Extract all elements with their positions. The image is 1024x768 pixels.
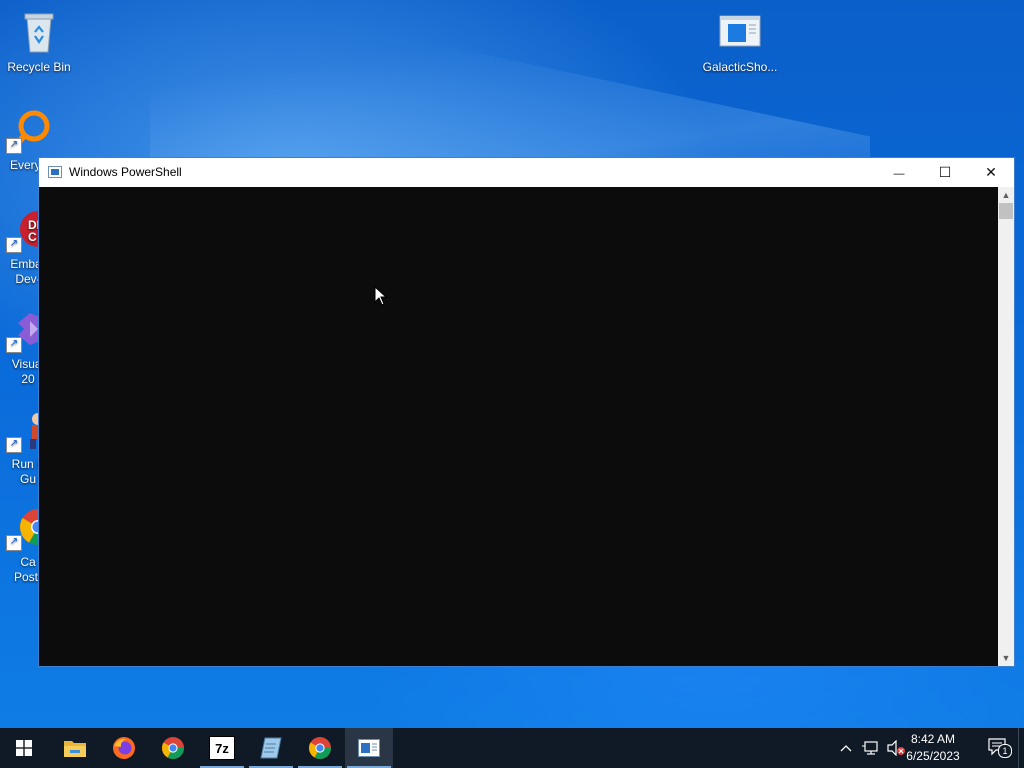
powershell-window-icon [358, 739, 380, 757]
taskbar-powershell[interactable] [345, 728, 393, 768]
window-titlebar[interactable]: Windows PowerShell — ☐ ✕ [39, 158, 1014, 187]
svg-text:C: C [28, 230, 37, 244]
windows-logo-icon [16, 740, 32, 756]
maximize-icon: ☐ [938, 164, 952, 180]
taskbar-notepad[interactable] [247, 728, 295, 768]
7zip-icon-label: 7z [215, 740, 229, 756]
minimize-button[interactable]: — [876, 158, 922, 187]
powershell-window-icon[interactable] [48, 166, 62, 178]
taskbar-7zip[interactable]: 7z [198, 728, 246, 768]
action-center-button[interactable]: 1 [988, 738, 1012, 758]
scroll-down-button[interactable]: ▼ [998, 650, 1014, 666]
scroll-up-button[interactable]: ▲ [998, 187, 1014, 203]
start-button[interactable] [0, 728, 48, 768]
desktop-icon-label: Recycle Bin [7, 60, 71, 74]
taskbar-firefox[interactable] [100, 728, 148, 768]
tray-network[interactable] [860, 728, 882, 768]
minimize-icon: — [893, 168, 905, 180]
maximize-button[interactable]: ☐ [922, 158, 968, 187]
firefox-icon [113, 737, 135, 759]
network-icon [862, 741, 878, 755]
window-title: Windows PowerShell [69, 165, 182, 179]
desktop-icon-label: GalacticSho... [702, 60, 778, 74]
vertical-scrollbar[interactable]: ▲ ▼ [998, 187, 1014, 666]
chevron-up-icon [840, 745, 852, 752]
folder-icon [64, 741, 86, 757]
chrome-icon [309, 737, 331, 759]
clock-date: 6/25/2023 [906, 749, 960, 763]
close-icon: ✕ [985, 164, 997, 180]
taskbar-clock[interactable]: 8:42 AM 6/25/2023 [898, 731, 968, 765]
scrollbar-thumb[interactable] [999, 203, 1013, 219]
clock-time: 8:42 AM [910, 732, 956, 746]
galacticshooter-icon [716, 8, 764, 56]
desktop-icon-recycle-bin[interactable]: Recycle Bin [1, 8, 77, 75]
shortcut-arrow-icon: ↗ [6, 337, 22, 353]
desktop-icon-galacticshooter[interactable]: GalacticSho... [702, 8, 778, 75]
shortcut-arrow-icon: ↗ [6, 437, 22, 453]
7zip-icon: 7z [209, 736, 235, 760]
close-button[interactable]: ✕ [968, 158, 1014, 187]
shortcut-arrow-icon: ↗ [6, 535, 22, 551]
recycle-bin-icon [15, 8, 63, 56]
tray-overflow-button[interactable] [836, 728, 856, 768]
console-output-area[interactable] [39, 187, 999, 666]
notification-count: 1 [1002, 746, 1008, 756]
everything-search-icon: ↗ [4, 106, 52, 154]
taskbar-chrome-2[interactable] [296, 728, 344, 768]
show-desktop-button[interactable] [1018, 728, 1024, 768]
notification-count-badge: 1 [998, 744, 1012, 758]
mouse-cursor-icon [374, 285, 388, 306]
powershell-window[interactable]: Windows PowerShell — ☐ ✕ ▲ ▼ [38, 157, 1015, 667]
taskbar-file-explorer[interactable] [51, 728, 99, 768]
shortcut-arrow-icon: ↗ [6, 138, 22, 154]
chrome-icon [162, 737, 184, 759]
taskbar: 7z 8:42 AM 6/25/2023 1 [0, 728, 1024, 768]
notepad-icon [260, 737, 282, 759]
shortcut-arrow-icon: ↗ [6, 237, 22, 253]
taskbar-chrome[interactable] [149, 728, 197, 768]
